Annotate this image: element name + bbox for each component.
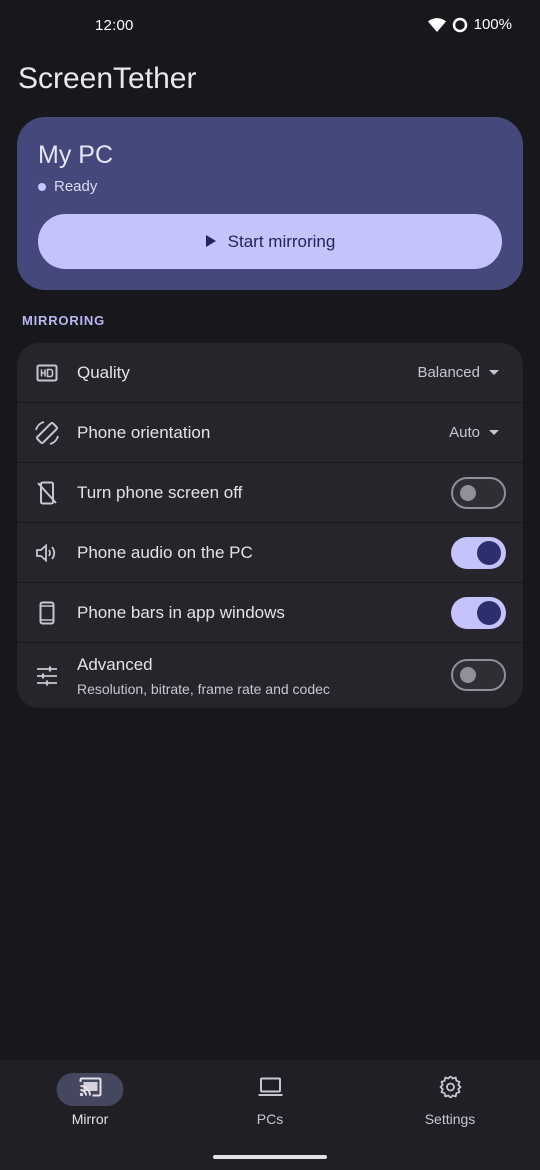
start-mirroring-button[interactable]: Start mirroring: [38, 214, 502, 269]
setting-quality[interactable]: Quality Balanced: [17, 343, 523, 402]
setting-advanced[interactable]: Advanced Resolution, bitrate, frame rate…: [17, 643, 523, 708]
battery-icon: [452, 17, 468, 33]
setting-label: Advanced: [77, 655, 153, 674]
nav-label: Settings: [424, 1111, 476, 1127]
volume-icon: [34, 540, 60, 566]
quality-dropdown[interactable]: Balanced: [417, 364, 499, 381]
hd-icon: [34, 360, 60, 386]
nav-item-mirror[interactable]: Mirror: [0, 1060, 180, 1140]
cast-icon: [78, 1077, 102, 1102]
tune-icon: [34, 663, 60, 689]
device-card: My PC Ready Start mirroring: [17, 117, 523, 290]
status-time: 12:00: [95, 17, 134, 34]
settings-list: Quality Balanced Phone orientation Auto: [17, 343, 523, 709]
toggle-knob: [477, 540, 501, 565]
toggle-knob: [460, 667, 476, 683]
nav-label: Mirror: [71, 1111, 109, 1127]
gear-icon: [439, 1075, 461, 1103]
status-indicators: 100%: [427, 16, 512, 33]
device-status: Ready: [38, 178, 97, 195]
status-dot-icon: [38, 182, 46, 191]
mobile-off-icon: [34, 480, 60, 506]
section-label-mirroring: MIRRORING: [22, 313, 106, 328]
nav-pill: [56, 1073, 124, 1106]
phone-audio-toggle[interactable]: [451, 536, 506, 569]
caret-down-icon: [489, 430, 499, 435]
setting-label: Phone audio on the PC: [77, 542, 253, 562]
dropdown-value: Balanced: [417, 364, 480, 381]
dropdown-value: Auto: [449, 424, 480, 441]
battery-level: 100%: [473, 16, 512, 33]
setting-phone-bars[interactable]: Phone bars in app windows: [17, 583, 523, 642]
advanced-toggle[interactable]: [451, 659, 506, 691]
device-status-text: Ready: [54, 178, 98, 195]
setting-label: Phone orientation: [77, 422, 211, 442]
bottom-nav: Mirror PCs Settings: [0, 1060, 540, 1170]
phone-bars-toggle[interactable]: [451, 596, 506, 629]
caret-down-icon: [489, 370, 499, 375]
nav-item-pcs[interactable]: PCs: [180, 1060, 360, 1140]
toggle-knob: [477, 600, 501, 625]
screen-rotation-icon: [34, 420, 60, 446]
setting-phone-orientation[interactable]: Phone orientation Auto: [17, 403, 523, 462]
toggle-knob: [460, 484, 476, 501]
setting-phone-audio[interactable]: Phone audio on the PC: [17, 523, 523, 582]
orientation-dropdown[interactable]: Auto: [449, 424, 499, 441]
laptop-icon: [257, 1077, 283, 1102]
nav-pill: [417, 1073, 484, 1106]
nav-label: PCs: [256, 1111, 284, 1127]
play-icon: [205, 232, 216, 252]
app-title: ScreenTether: [18, 62, 197, 95]
start-mirroring-label: Start mirroring: [227, 231, 336, 251]
setting-turn-screen-off[interactable]: Turn phone screen off: [17, 463, 523, 522]
nav-pill: [237, 1073, 304, 1106]
wifi-icon: [427, 17, 446, 32]
screen-off-toggle[interactable]: [451, 476, 506, 509]
smartphone-icon: [34, 600, 60, 626]
nav-item-settings[interactable]: Settings: [360, 1060, 540, 1140]
setting-label: Phone bars in app windows: [77, 602, 285, 622]
setting-label: Quality: [77, 362, 130, 382]
home-indicator[interactable]: [213, 1155, 327, 1159]
setting-sublabel: Resolution, bitrate, frame rate and code…: [77, 681, 330, 697]
status-bar: 12:00 100%: [0, 0, 540, 52]
setting-label: Turn phone screen off: [77, 482, 243, 502]
device-name: My PC: [38, 141, 113, 169]
